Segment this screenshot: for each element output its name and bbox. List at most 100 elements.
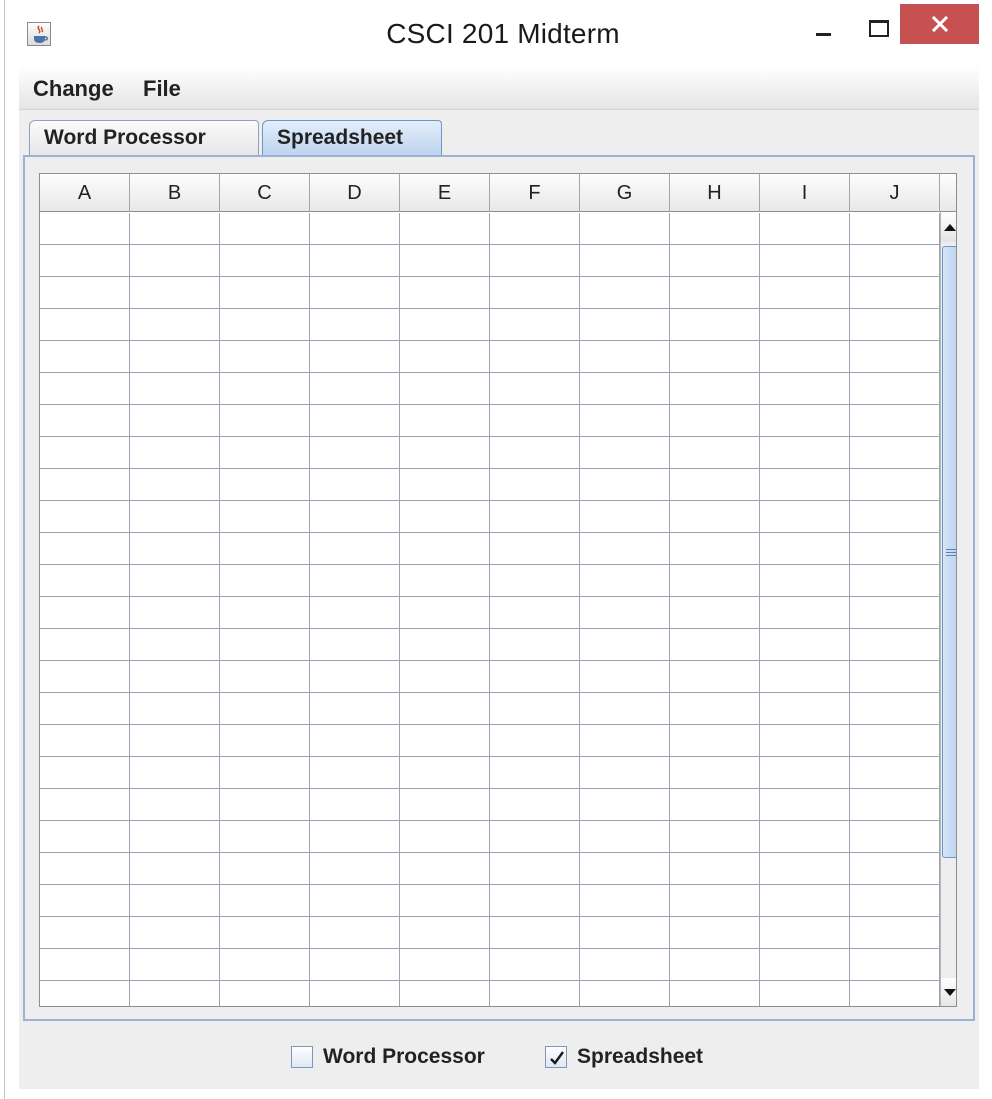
table-cell[interactable] (670, 309, 760, 340)
table-cell[interactable] (220, 661, 310, 692)
table-cell[interactable] (760, 757, 850, 788)
table-cell[interactable] (310, 213, 400, 244)
table-cell[interactable] (220, 981, 310, 1006)
table-cell[interactable] (490, 373, 580, 404)
table-cell[interactable] (580, 501, 670, 532)
tab-spreadsheet[interactable]: Spreadsheet (262, 120, 442, 156)
table-cell[interactable] (760, 853, 850, 884)
table-cell[interactable] (760, 501, 850, 532)
table-cell[interactable] (130, 501, 220, 532)
table-cell[interactable] (670, 565, 760, 596)
table-cell[interactable] (130, 437, 220, 468)
table-cell[interactable] (760, 789, 850, 820)
table-cell[interactable] (760, 597, 850, 628)
checkbox-unchecked-icon[interactable] (291, 1046, 313, 1068)
table-cell[interactable] (310, 757, 400, 788)
menu-change[interactable]: Change (33, 76, 114, 102)
table-cell[interactable] (490, 981, 580, 1006)
table-cell[interactable] (580, 853, 670, 884)
table-cell[interactable] (400, 725, 490, 756)
table-cell[interactable] (310, 501, 400, 532)
table-cell[interactable] (490, 757, 580, 788)
table-cell[interactable] (130, 373, 220, 404)
table-cell[interactable] (400, 373, 490, 404)
table-cell[interactable] (670, 597, 760, 628)
table-cell[interactable] (40, 437, 130, 468)
table-cell[interactable] (40, 213, 130, 244)
table-cell[interactable] (400, 917, 490, 948)
table-cell[interactable] (580, 277, 670, 308)
table-cell[interactable] (670, 757, 760, 788)
table-cell[interactable] (670, 981, 760, 1006)
table-cell[interactable] (130, 533, 220, 564)
table-cell[interactable] (40, 853, 130, 884)
table-cell[interactable] (130, 213, 220, 244)
table-cell[interactable] (40, 597, 130, 628)
table-cell[interactable] (40, 629, 130, 660)
table-cell[interactable] (400, 597, 490, 628)
table-cell[interactable] (400, 341, 490, 372)
table-cell[interactable] (580, 341, 670, 372)
table-cell[interactable] (130, 629, 220, 660)
table-cell[interactable] (310, 469, 400, 500)
table-cell[interactable] (130, 981, 220, 1006)
table-cell[interactable] (40, 245, 130, 276)
table-cell[interactable] (670, 277, 760, 308)
table-cell[interactable] (130, 277, 220, 308)
table-cell[interactable] (310, 373, 400, 404)
table-cell[interactable] (310, 661, 400, 692)
table-cell[interactable] (220, 437, 310, 468)
table-cell[interactable] (580, 405, 670, 436)
table-cell[interactable] (760, 949, 850, 980)
table-cell[interactable] (130, 341, 220, 372)
table-cell[interactable] (310, 437, 400, 468)
word-processor-checkbox[interactable]: Word Processor (291, 1042, 485, 1072)
close-button[interactable] (900, 4, 979, 44)
table-cell[interactable] (400, 821, 490, 852)
table-cell[interactable] (490, 629, 580, 660)
column-header-g[interactable]: G (580, 174, 670, 212)
table-cell[interactable] (220, 309, 310, 340)
table-cell[interactable] (490, 405, 580, 436)
table-cell[interactable] (850, 629, 940, 660)
table-cell[interactable] (760, 821, 850, 852)
table-cell[interactable] (400, 629, 490, 660)
table-cell[interactable] (670, 245, 760, 276)
table-cell[interactable] (670, 789, 760, 820)
table-cell[interactable] (220, 693, 310, 724)
table-cell[interactable] (670, 469, 760, 500)
table-cell[interactable] (220, 629, 310, 660)
table-cell[interactable] (580, 949, 670, 980)
table-cell[interactable] (310, 405, 400, 436)
table-cell[interactable] (760, 341, 850, 372)
table-cell[interactable] (670, 661, 760, 692)
table-cell[interactable] (670, 821, 760, 852)
scroll-up-button[interactable] (941, 212, 956, 242)
table-cell[interactable] (670, 213, 760, 244)
table-cell[interactable] (220, 949, 310, 980)
table-cell[interactable] (220, 213, 310, 244)
checkbox-checked-icon[interactable] (545, 1046, 567, 1068)
table-cell[interactable] (760, 693, 850, 724)
table-cell[interactable] (130, 789, 220, 820)
table-cell[interactable] (580, 789, 670, 820)
table-cell[interactable] (760, 725, 850, 756)
table-cell[interactable] (130, 949, 220, 980)
table-cell[interactable] (490, 853, 580, 884)
table-cell[interactable] (310, 309, 400, 340)
table-cell[interactable] (400, 661, 490, 692)
table-cell[interactable] (850, 789, 940, 820)
table-cell[interactable] (490, 245, 580, 276)
table-cell[interactable] (670, 437, 760, 468)
table-cell[interactable] (40, 885, 130, 916)
table-cell[interactable] (130, 309, 220, 340)
table-cell[interactable] (400, 437, 490, 468)
table-cell[interactable] (580, 373, 670, 404)
table-cell[interactable] (580, 693, 670, 724)
table-cell[interactable] (310, 789, 400, 820)
table-cell[interactable] (130, 725, 220, 756)
scroll-thumb[interactable] (942, 246, 956, 858)
table-cell[interactable] (760, 565, 850, 596)
table-cell[interactable] (220, 245, 310, 276)
table-cell[interactable] (490, 565, 580, 596)
